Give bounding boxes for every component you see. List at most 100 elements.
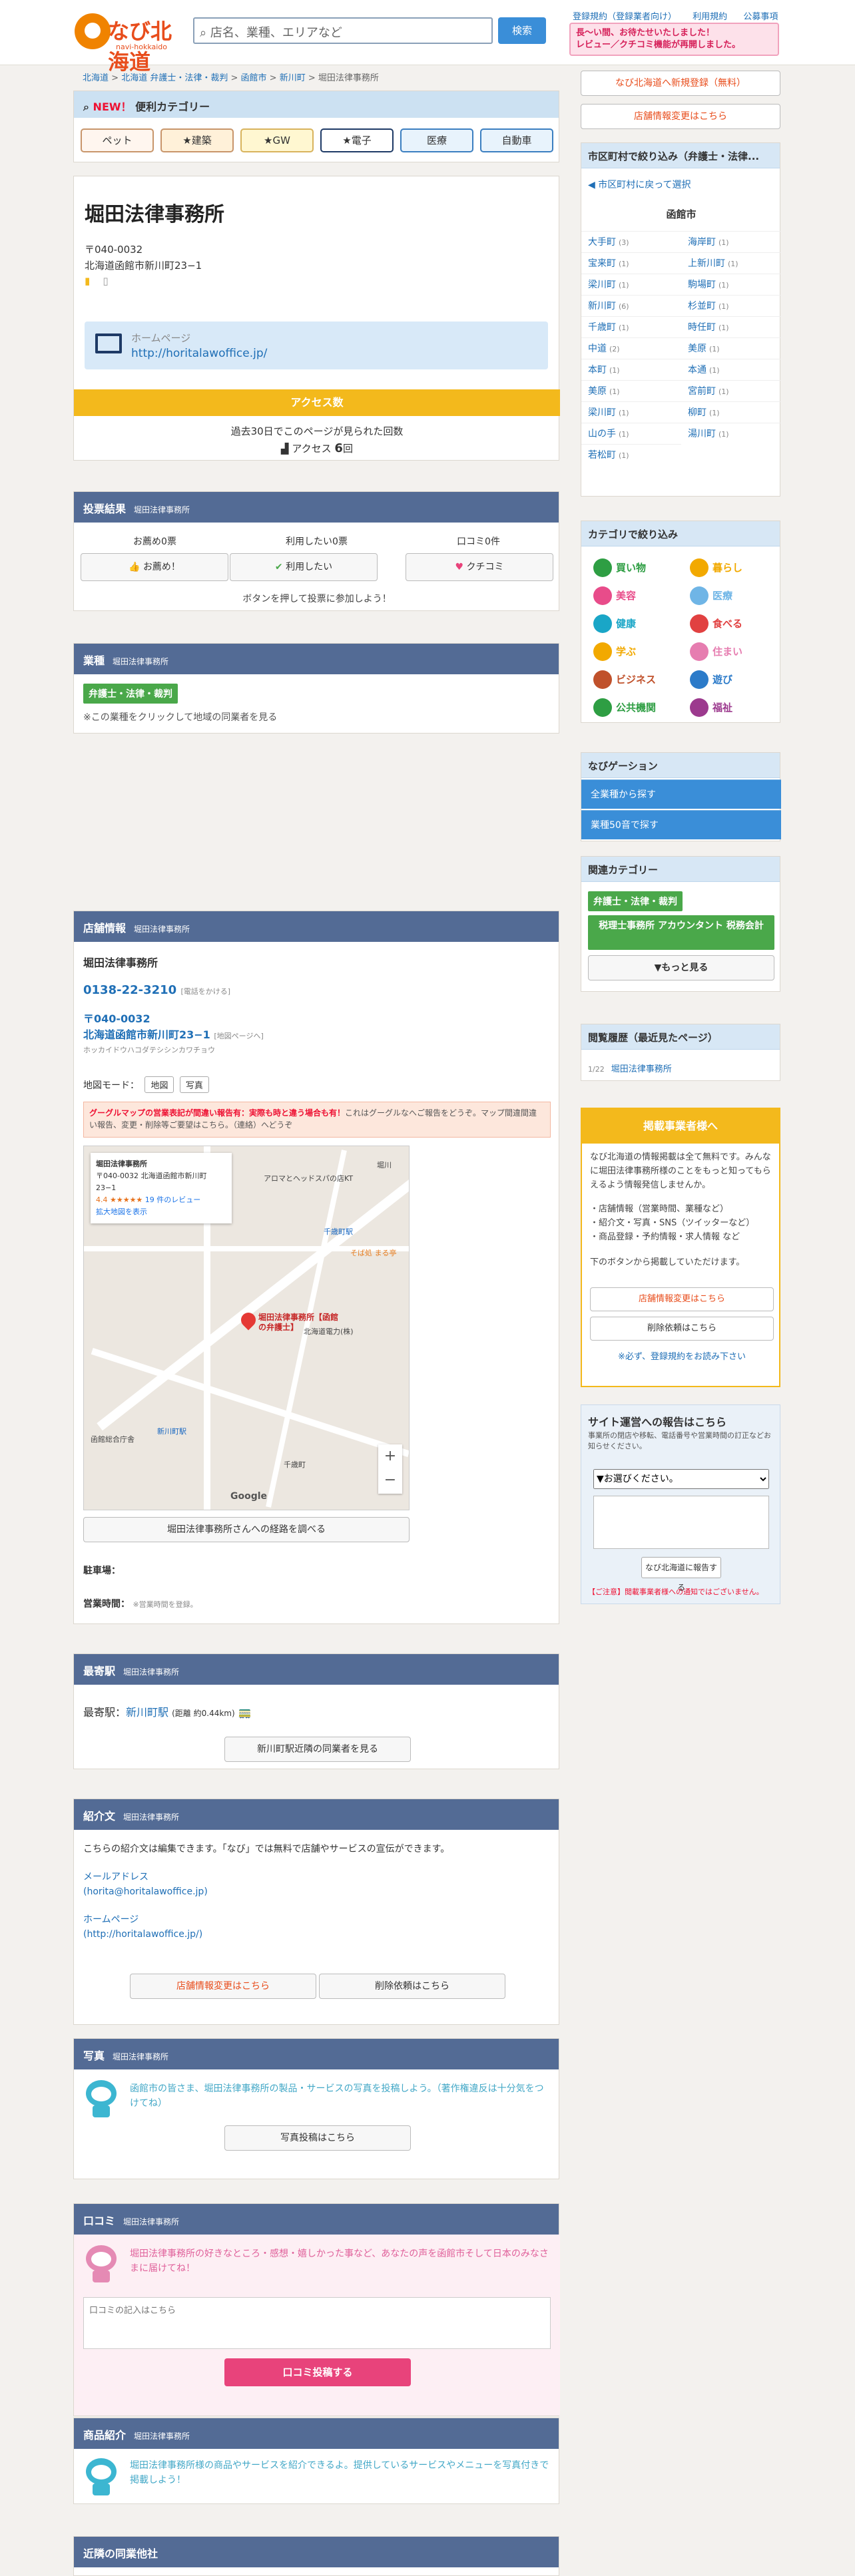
town-item[interactable]: 中道 (2)	[581, 337, 681, 359]
zoom-out-icon[interactable]: −	[378, 1468, 402, 1492]
homepage-link-box[interactable]: ホームページ http://horitalawoffice.jp/	[85, 322, 548, 369]
google-map[interactable]: 堀田法律事務所 〒040-0032 北海道函館市新川町23−1 4.4 ★★★★…	[83, 1146, 410, 1510]
category-filter-item[interactable]: 健康	[588, 610, 681, 637]
breadcrumb-item[interactable]: 北海道 弁護士・法律・裁判	[121, 73, 228, 83]
nav-all-types[interactable]: 全業種から探す	[581, 779, 781, 809]
store-address-text[interactable]: 北海道函館市新川町23−1	[83, 1028, 210, 1041]
breadcrumb-item[interactable]: 函館市	[241, 73, 267, 83]
review-banner[interactable]: 長〜い間、お待たせいたしました！ レビュー／クチコミ機能が再開しました。	[569, 23, 779, 56]
category-medical-button[interactable]: 医療	[400, 128, 473, 152]
map-page-link[interactable]: [地図ページへ]	[214, 1032, 263, 1040]
map-zoom-controls[interactable]: + −	[378, 1444, 402, 1494]
city-back-link[interactable]: ◀ 市区町村に戻って選択	[588, 178, 691, 191]
category-icon	[593, 642, 612, 661]
related-category-tag[interactable]: 税理士事務所 アカウンタント 税務会計	[588, 915, 774, 950]
town-item[interactable]: 新川町 (6)	[581, 295, 681, 316]
change-info-button[interactable]: 店舗情報変更はこちら	[130, 1974, 316, 1999]
share-icon[interactable]: ▯	[103, 275, 108, 287]
category-construction-button[interactable]: ★建築	[160, 128, 234, 152]
link-terms-of-use[interactable]: 利用規約	[693, 12, 727, 22]
report-send-button[interactable]: なび北海道に報告する	[641, 1557, 721, 1592]
owner-change-button[interactable]: 店舗情報変更はこちら	[590, 1287, 774, 1311]
map-place-card[interactable]: 堀田法律事務所 〒040-0032 北海道函館市新川町23−1 4.4 ★★★★…	[91, 1153, 232, 1223]
search-button[interactable]: 検索	[498, 17, 546, 44]
nav-types-aiueo[interactable]: 業種50音で探す	[581, 810, 781, 839]
category-gw-button[interactable]: ★GW	[240, 128, 314, 152]
town-item[interactable]: 大手町 (3)	[581, 231, 681, 252]
town-item[interactable]: 宮前町 (1)	[681, 380, 781, 401]
category-filter-item[interactable]: 買い物	[588, 554, 681, 581]
town-item[interactable]: 柳町 (1)	[681, 401, 781, 423]
town-item[interactable]: 宝来町 (1)	[581, 252, 681, 274]
map-mode-photo-button[interactable]: 写真	[179, 1076, 209, 1093]
owner-delete-button[interactable]: 削除依頼はこちら	[590, 1317, 774, 1341]
category-filter-item[interactable]: 学ぶ	[588, 638, 681, 665]
pin-icon[interactable]: ▮	[85, 275, 90, 287]
link-registration-terms[interactable]: 登録規約（登録業者向け）	[573, 12, 677, 22]
route-button[interactable]: 堀田法律事務所さんへの経路を調べる	[83, 1517, 410, 1542]
category-filter-item[interactable]: 暮らし	[685, 554, 778, 581]
town-item[interactable]: 海岸町 (1)	[681, 231, 781, 252]
category-pet-button[interactable]: ペット	[81, 128, 154, 152]
link-public-notice[interactable]: 公募事項	[743, 12, 778, 22]
review-button[interactable]: ♥ クチコミ	[406, 553, 553, 581]
category-filter-item[interactable]: 美容	[588, 582, 681, 609]
category-filter-item[interactable]: 福祉	[685, 694, 778, 721]
town-item[interactable]: 杉並町 (1)	[681, 295, 781, 316]
map-card-enlarge-link[interactable]: 拡大地図を表示	[96, 1206, 226, 1218]
site-logo[interactable]: なび北海道 navi-hokkaido	[75, 13, 181, 75]
business-type-tag[interactable]: 弁護士・法律・裁判	[83, 684, 178, 704]
town-item[interactable]: 千歳町 (1)	[581, 316, 681, 337]
category-electronics-button[interactable]: ★電子	[320, 128, 394, 152]
station-info: 最寄駅：新川町駅 (距離 約0.44km) 🚃	[83, 1706, 252, 1719]
breadcrumb-item[interactable]: 北海道	[83, 73, 109, 83]
post-review-button[interactable]: 口コミ投稿する	[224, 2358, 411, 2386]
homepage-url[interactable]: http://horitalawoffice.jp/	[131, 347, 267, 360]
town-item[interactable]: 本町 (1)	[581, 359, 681, 380]
town-item[interactable]: 梁川町 (1)	[581, 274, 681, 295]
town-item[interactable]: 時任町 (1)	[681, 316, 781, 337]
zoom-in-icon[interactable]: +	[378, 1444, 402, 1468]
want-to-use-button[interactable]: ✔ 利用したい	[230, 553, 378, 581]
town-item[interactable]: 梁川町 (1)	[581, 401, 681, 423]
town-item[interactable]: 本通 (1)	[681, 359, 781, 380]
report-type-select[interactable]: ▼お選びください。	[593, 1469, 769, 1489]
photo-upload-button[interactable]: 写真投稿はこちら	[224, 2125, 411, 2151]
category-filter-item[interactable]: 住まい	[685, 638, 778, 665]
recommend-button[interactable]: 👍 お薦め！	[81, 553, 228, 581]
search-input[interactable]: ⌕ 店名、業種、エリアなど	[193, 17, 493, 44]
review-input[interactable]	[83, 2297, 551, 2349]
category-filter-item[interactable]: 公共機関	[588, 694, 681, 721]
banner-line-1: 長〜い間、お待たせいたしました！	[576, 28, 715, 38]
town-item[interactable]: 美原 (1)	[581, 380, 681, 401]
map-mode-map-button[interactable]: 地図	[144, 1076, 174, 1093]
category-filter-item[interactable]: 遊び	[685, 666, 778, 693]
town-item[interactable]: 美原 (1)	[681, 337, 781, 359]
station-competitors-button[interactable]: 新川町駅近隣の同業者を見る	[224, 1737, 411, 1762]
report-textarea[interactable]	[593, 1496, 769, 1549]
change-info-button[interactable]: 店舗情報変更はこちら	[581, 104, 780, 129]
town-item[interactable]: 駒場町 (1)	[681, 274, 781, 295]
delete-request-button[interactable]: 削除依頼はこちら	[319, 1974, 505, 1999]
category-filter-item[interactable]: ビジネス	[588, 666, 681, 693]
related-category-tag[interactable]: 弁護士・法律・裁判	[588, 891, 683, 911]
category-filter-item[interactable]: 食べる	[685, 610, 778, 637]
history-item[interactable]: 1/22 堀田法律事務所	[588, 1062, 672, 1074]
station-link[interactable]: 新川町駅	[126, 1706, 168, 1719]
town-item[interactable]: 山の手 (1)	[581, 423, 681, 444]
show-more-button[interactable]: ▼もっと見る	[588, 955, 774, 980]
town-item[interactable]: 湯川町 (1)	[681, 423, 781, 444]
owner-note[interactable]: ※必ず、登録規約をお読み下さい	[590, 1350, 774, 1364]
new-registration-button[interactable]: なび北海道へ新規登録（無料）	[581, 71, 780, 96]
phone-number[interactable]: 0138-22-3210 [電話をかける]	[83, 983, 230, 997]
category-filter-item[interactable]: 医療	[685, 582, 778, 609]
town-item[interactable]: 若松町 (1)	[581, 444, 681, 465]
call-link[interactable]: [電話をかける]	[180, 987, 230, 996]
town-item[interactable]: 上新川町 (1)	[681, 252, 781, 274]
store-address[interactable]: 〒040-0032 北海道函館市新川町23−1 [地図ページへ]	[83, 1011, 264, 1044]
category-car-button[interactable]: 自動車	[480, 128, 553, 152]
map-label: 堀川	[377, 1161, 392, 1170]
map-card-reviews[interactable]: 19 件のレビュー	[145, 1195, 201, 1204]
breadcrumb-item[interactable]: 新川町	[280, 73, 306, 83]
town-count: (1)	[609, 366, 620, 375]
